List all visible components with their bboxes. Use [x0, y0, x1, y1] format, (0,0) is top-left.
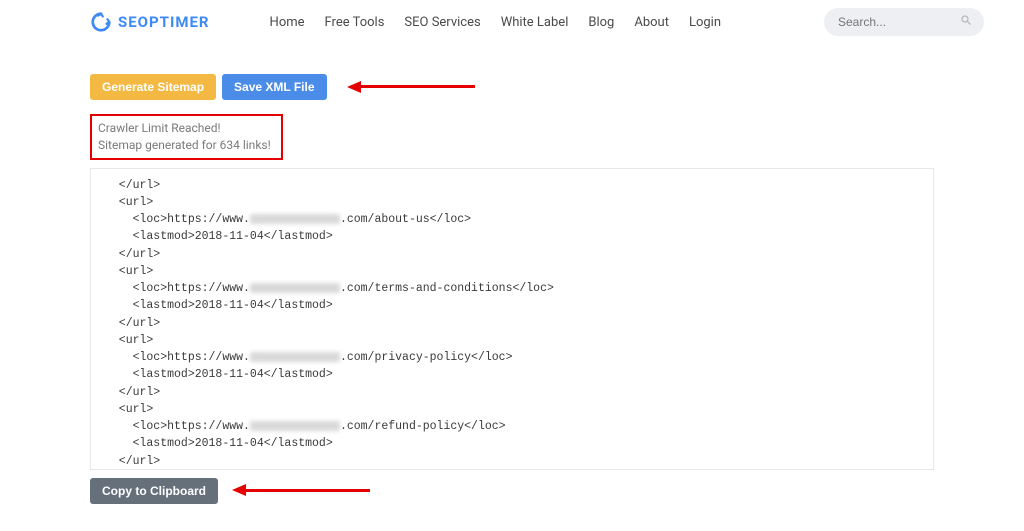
- action-row: Generate Sitemap Save XML File: [90, 74, 934, 100]
- nav: Home Free Tools SEO Services White Label…: [270, 15, 721, 30]
- header: SEOPTIMER Home Free Tools SEO Services W…: [0, 0, 1024, 44]
- search-icon: [960, 14, 972, 30]
- nav-free-tools[interactable]: Free Tools: [325, 15, 385, 30]
- nav-seo-services[interactable]: SEO Services: [404, 15, 480, 30]
- main-content: Generate Sitemap Save XML File Crawler L…: [0, 44, 1024, 504]
- status-line-1: Crawler Limit Reached!: [98, 120, 271, 137]
- redacted-domain: [250, 214, 340, 224]
- nav-login[interactable]: Login: [689, 15, 721, 30]
- save-xml-button[interactable]: Save XML File: [222, 74, 326, 100]
- nav-white-label[interactable]: White Label: [501, 15, 569, 30]
- generate-sitemap-button[interactable]: Generate Sitemap: [90, 74, 216, 100]
- logo[interactable]: SEOPTIMER: [90, 11, 210, 33]
- copy-to-clipboard-button[interactable]: Copy to Clipboard: [90, 478, 218, 504]
- copy-row: Copy to Clipboard: [90, 478, 934, 504]
- logo-icon: [90, 11, 112, 33]
- nav-about[interactable]: About: [634, 15, 669, 30]
- redacted-domain: [250, 352, 340, 362]
- logo-text: SEOPTIMER: [118, 13, 210, 31]
- search: [824, 8, 984, 36]
- sitemap-output[interactable]: </url> <url> <loc>https://www..com/about…: [90, 168, 934, 470]
- redacted-domain: [250, 283, 340, 293]
- nav-home[interactable]: Home: [270, 15, 305, 30]
- nav-blog[interactable]: Blog: [588, 15, 614, 30]
- redacted-domain: [250, 421, 340, 431]
- status-message: Crawler Limit Reached! Sitemap generated…: [90, 114, 283, 160]
- status-line-2: Sitemap generated for 634 links!: [98, 137, 271, 154]
